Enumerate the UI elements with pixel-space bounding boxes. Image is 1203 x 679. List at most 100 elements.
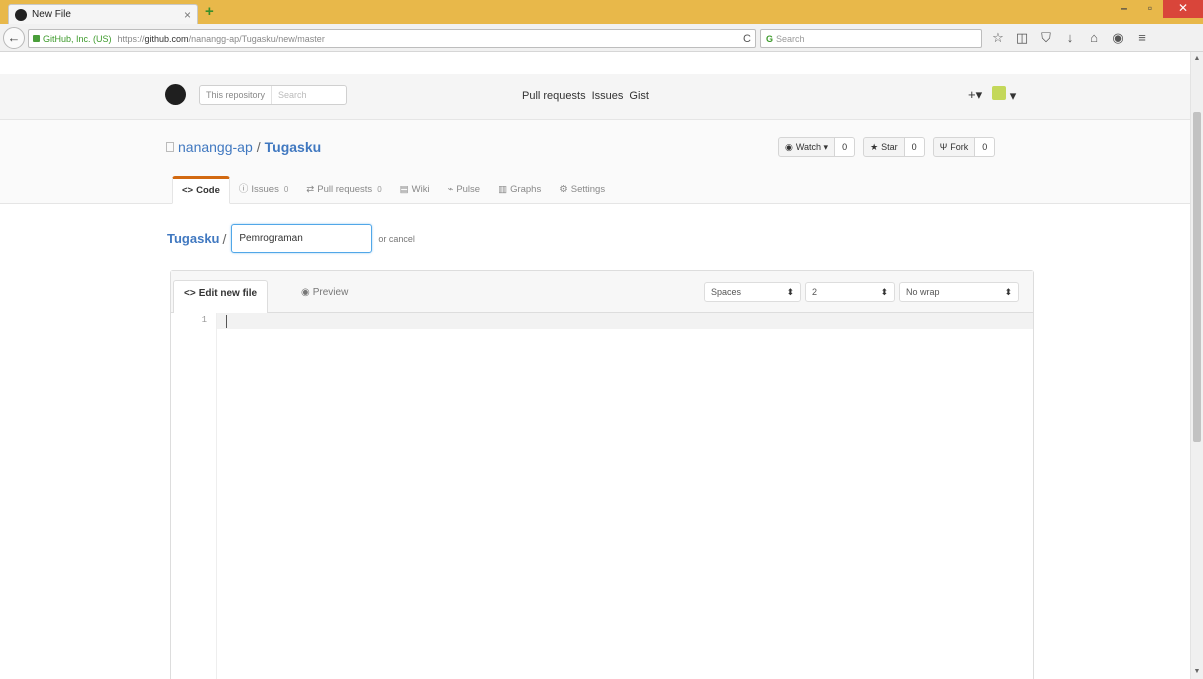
scroll-down-icon[interactable]: ▼ xyxy=(1191,665,1203,679)
back-button[interactable]: ← xyxy=(3,27,25,49)
scroll-up-icon[interactable]: ▲ xyxy=(1191,52,1203,66)
indent-size-select[interactable]: 2 ⬍ xyxy=(805,282,895,302)
indent-size-value: 2 xyxy=(812,287,818,297)
nav-pull-requests[interactable]: Pull requests xyxy=(522,90,586,102)
lock-icon xyxy=(33,35,40,42)
tab-graphs-label: Graphs xyxy=(510,184,542,195)
tab-pull-requests[interactable]: ⇄ Pull requests 0 xyxy=(297,176,390,204)
eye-icon: ◉ xyxy=(785,142,793,152)
browser-search-bar[interactable]: G Search xyxy=(760,29,982,48)
line-number: 1 xyxy=(201,315,207,325)
bookmarks-menu-icon[interactable]: ◫ xyxy=(1014,30,1030,46)
select-arrows-icon: ⬍ xyxy=(880,286,888,297)
window-controls: – ▫ ✕ xyxy=(1111,0,1203,20)
url-prefix: https:// xyxy=(117,33,145,44)
url-bar[interactable]: GitHub, Inc. (US) https://github.com/nan… xyxy=(28,29,756,48)
repo-nav: <> Code ⓘ Issues 0 ⇄ Pull requests 0 ▤ Wiki ⌁ P… xyxy=(172,176,614,204)
tab-edit-label: Edit new file xyxy=(198,288,258,299)
maximize-button[interactable]: ▫ xyxy=(1137,0,1163,18)
repo-header: nanangg-ap / Tugasku ◉ Watch ▾ 0 ★ Star 0 … xyxy=(0,120,1190,204)
minimize-button[interactable]: – xyxy=(1111,0,1137,18)
star-label: Star xyxy=(881,142,898,152)
scrollbar-thumb[interactable] xyxy=(1193,112,1201,442)
filename-input[interactable] xyxy=(231,224,373,253)
tab-code-label: Code xyxy=(196,185,220,196)
close-window-button[interactable]: ✕ xyxy=(1163,0,1203,18)
browser-navbar: ← GitHub, Inc. (US) https://github.com/n… xyxy=(0,24,1203,52)
reload-button[interactable]: C xyxy=(743,33,751,45)
issues-counter: 0 xyxy=(283,185,289,194)
repo-owner-link[interactable]: nanangg-ap xyxy=(178,139,253,155)
home-icon[interactable]: ⌂ xyxy=(1086,30,1102,46)
issue-icon: ⓘ xyxy=(238,184,249,195)
search-scope-label: This repository xyxy=(200,86,273,104)
code-icon: <> xyxy=(184,288,196,299)
user-menu[interactable]: ▾ xyxy=(992,86,1016,104)
pocket-icon[interactable]: ⛉ xyxy=(1038,30,1054,46)
repo-name-link[interactable]: Tugasku xyxy=(265,139,322,155)
indent-mode-value: Spaces xyxy=(711,287,742,297)
watch-count[interactable]: 0 xyxy=(835,137,856,157)
browser-tab[interactable]: New File × xyxy=(8,4,198,24)
repo-book-icon xyxy=(166,142,174,152)
tab-preview[interactable]: ◉ Preview xyxy=(291,280,358,314)
repo-actions: ◉ Watch ▾ 0 ★ Star 0 Ψ Fork 0 xyxy=(778,137,996,157)
site-identity[interactable]: GitHub, Inc. (US) xyxy=(43,34,112,44)
page-scrollbar[interactable]: ▲ ▼ xyxy=(1190,52,1203,679)
breadcrumb-separator: / xyxy=(222,230,227,247)
star-icon: ★ xyxy=(870,142,879,152)
url-text[interactable]: https://github.com/nanangg-ap/Tugasku/ne… xyxy=(118,34,744,44)
repo-title-separator: / xyxy=(256,139,261,155)
browser-search-placeholder: Search xyxy=(776,33,805,44)
github-main-nav: Pull requests Issues Gist xyxy=(522,90,649,102)
github-logo-icon[interactable] xyxy=(165,84,186,105)
tab-pull-requests-label: Pull requests xyxy=(317,184,373,195)
code-icon: <> xyxy=(182,185,194,196)
wiki-icon: ▤ xyxy=(399,184,409,195)
breadcrumb-repo-link[interactable]: Tugasku xyxy=(167,231,220,246)
fork-button[interactable]: Ψ Fork xyxy=(932,137,976,157)
eye-icon: ◉ xyxy=(301,287,310,298)
indent-mode-select[interactable]: Spaces ⬍ xyxy=(704,282,801,302)
active-line-highlight xyxy=(171,313,1033,329)
tab-settings[interactable]: ⚙ Settings xyxy=(550,176,614,204)
nav-issues[interactable]: Issues xyxy=(592,90,624,102)
tab-code[interactable]: <> Code xyxy=(172,176,230,204)
tab-graphs[interactable]: ▥ Graphs xyxy=(489,176,550,204)
text-cursor xyxy=(226,315,227,328)
select-arrows-icon: ⬍ xyxy=(1004,286,1012,297)
fork-count[interactable]: 0 xyxy=(975,137,996,157)
close-tab-icon[interactable]: × xyxy=(184,8,191,22)
wrap-mode-value: No wrap xyxy=(906,287,940,297)
create-new-icon[interactable]: +▾ xyxy=(968,87,982,103)
tab-issues[interactable]: ⓘ Issues 0 xyxy=(230,176,297,204)
cancel-link[interactable]: or cancel xyxy=(378,234,415,244)
tab-pulse[interactable]: ⌁ Pulse xyxy=(439,176,490,204)
url-path: /nanangg-ap/Tugasku/new/master xyxy=(188,33,325,44)
browser-toolbar-icons: ☆ ◫ ⛉ ↓ ⌂ ◉ ≡ xyxy=(990,30,1150,46)
nav-gist[interactable]: Gist xyxy=(629,90,649,102)
editor-header: <> Edit new file ◉ Preview Spaces ⬍ 2 ⬍ … xyxy=(171,271,1033,314)
wrap-mode-select[interactable]: No wrap ⬍ xyxy=(899,282,1019,302)
tab-edit-new-file[interactable]: <> Edit new file xyxy=(173,280,269,314)
graph-icon: ▥ xyxy=(498,184,508,195)
file-breadcrumb: Tugasku / or cancel xyxy=(167,224,415,253)
extension-icon[interactable]: ◉ xyxy=(1110,30,1126,46)
watch-group: ◉ Watch ▾ 0 xyxy=(778,137,856,157)
tab-wiki[interactable]: ▤ Wiki xyxy=(391,176,439,204)
repo-search-input[interactable]: This repository Search xyxy=(199,85,347,105)
browser-titlebar: New File × + – ▫ ✕ xyxy=(0,0,1203,24)
editor-options: Spaces ⬍ 2 ⬍ No wrap ⬍ xyxy=(704,282,1019,302)
star-count[interactable]: 0 xyxy=(904,137,925,157)
new-tab-button[interactable]: + xyxy=(205,3,214,20)
tab-preview-label: Preview xyxy=(312,287,349,298)
star-button[interactable]: ★ Star xyxy=(863,137,905,157)
hamburger-menu-icon[interactable]: ≡ xyxy=(1134,30,1150,46)
watch-button[interactable]: ◉ Watch ▾ xyxy=(778,137,836,157)
downloads-icon[interactable]: ↓ xyxy=(1062,30,1078,46)
repo-title: nanangg-ap / Tugasku xyxy=(166,139,321,155)
pulse-icon: ⌁ xyxy=(447,184,454,195)
search-placeholder: Search xyxy=(278,90,307,100)
bookmark-star-icon[interactable]: ☆ xyxy=(990,30,1006,46)
code-editor-area[interactable]: 1 xyxy=(171,313,1033,679)
